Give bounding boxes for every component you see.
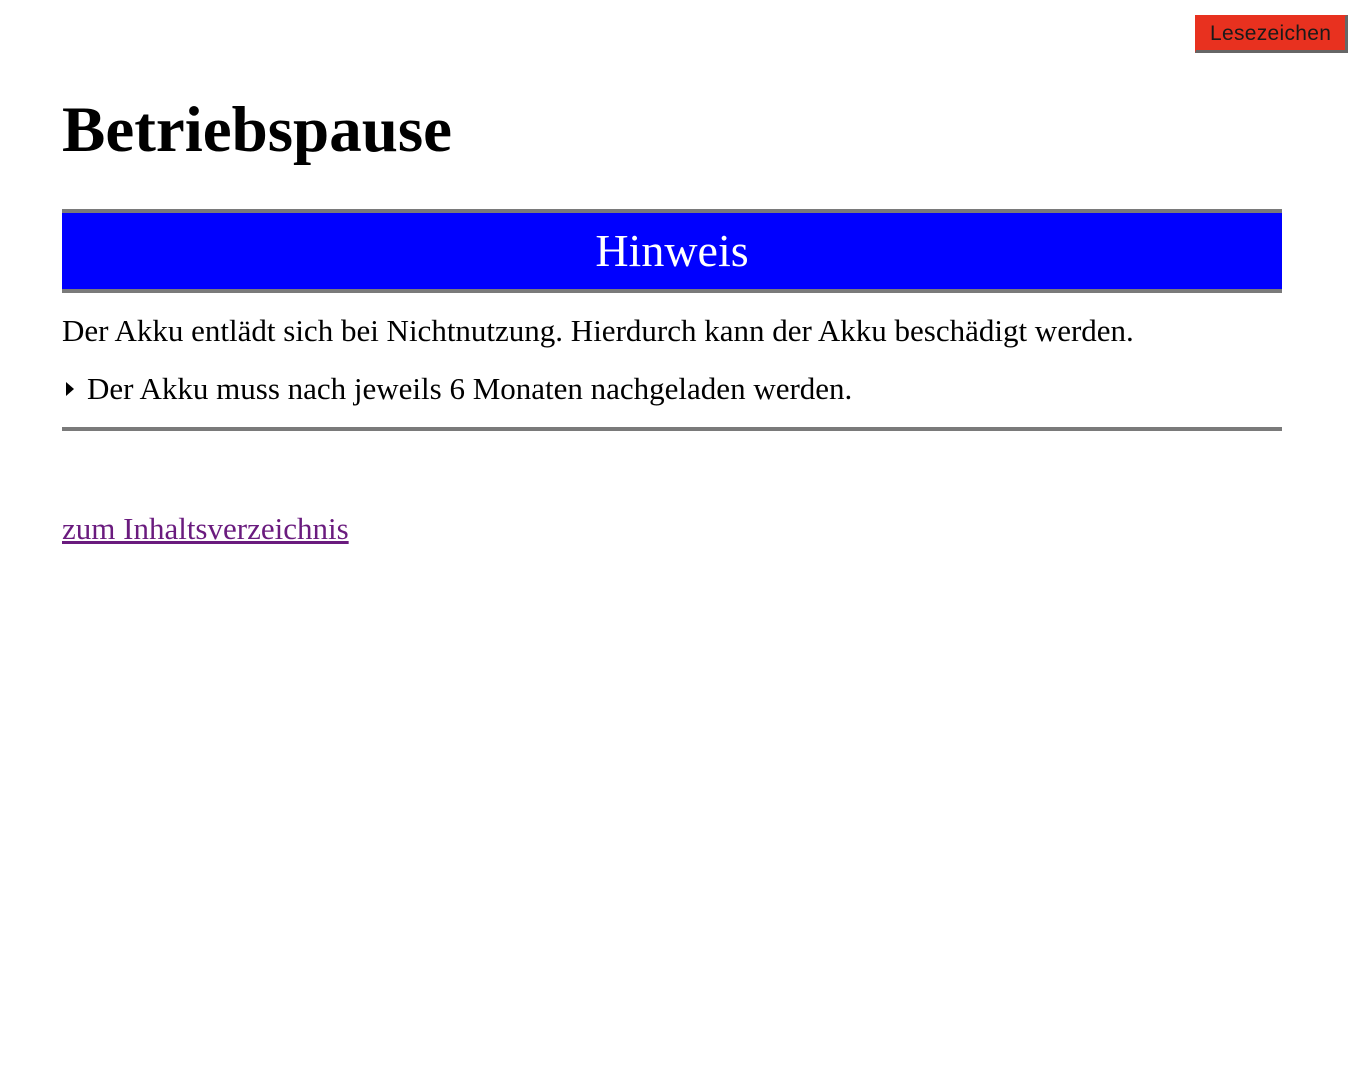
notice-box: Hinweis Der Akku entlädt sich bei Nichtn… (62, 209, 1282, 431)
notice-text: Der Akku entlädt sich bei Nichtnutzung. … (62, 313, 1134, 348)
bookmark-button[interactable]: Lesezeichen (1195, 15, 1349, 53)
notice-divider (62, 427, 1282, 431)
table-of-contents-link[interactable]: zum Inhaltsverzeichnis (62, 509, 349, 549)
triangle-right-icon (66, 382, 74, 396)
notice-bullet-text: Der Akku muss nach jeweils 6 Monaten nac… (87, 371, 853, 406)
notice-heading: Hinweis (62, 209, 1282, 293)
page-title: Betriebspause (62, 94, 452, 166)
notice-bullet-item: Der Akku muss nach jeweils 6 Monaten nac… (62, 369, 852, 409)
